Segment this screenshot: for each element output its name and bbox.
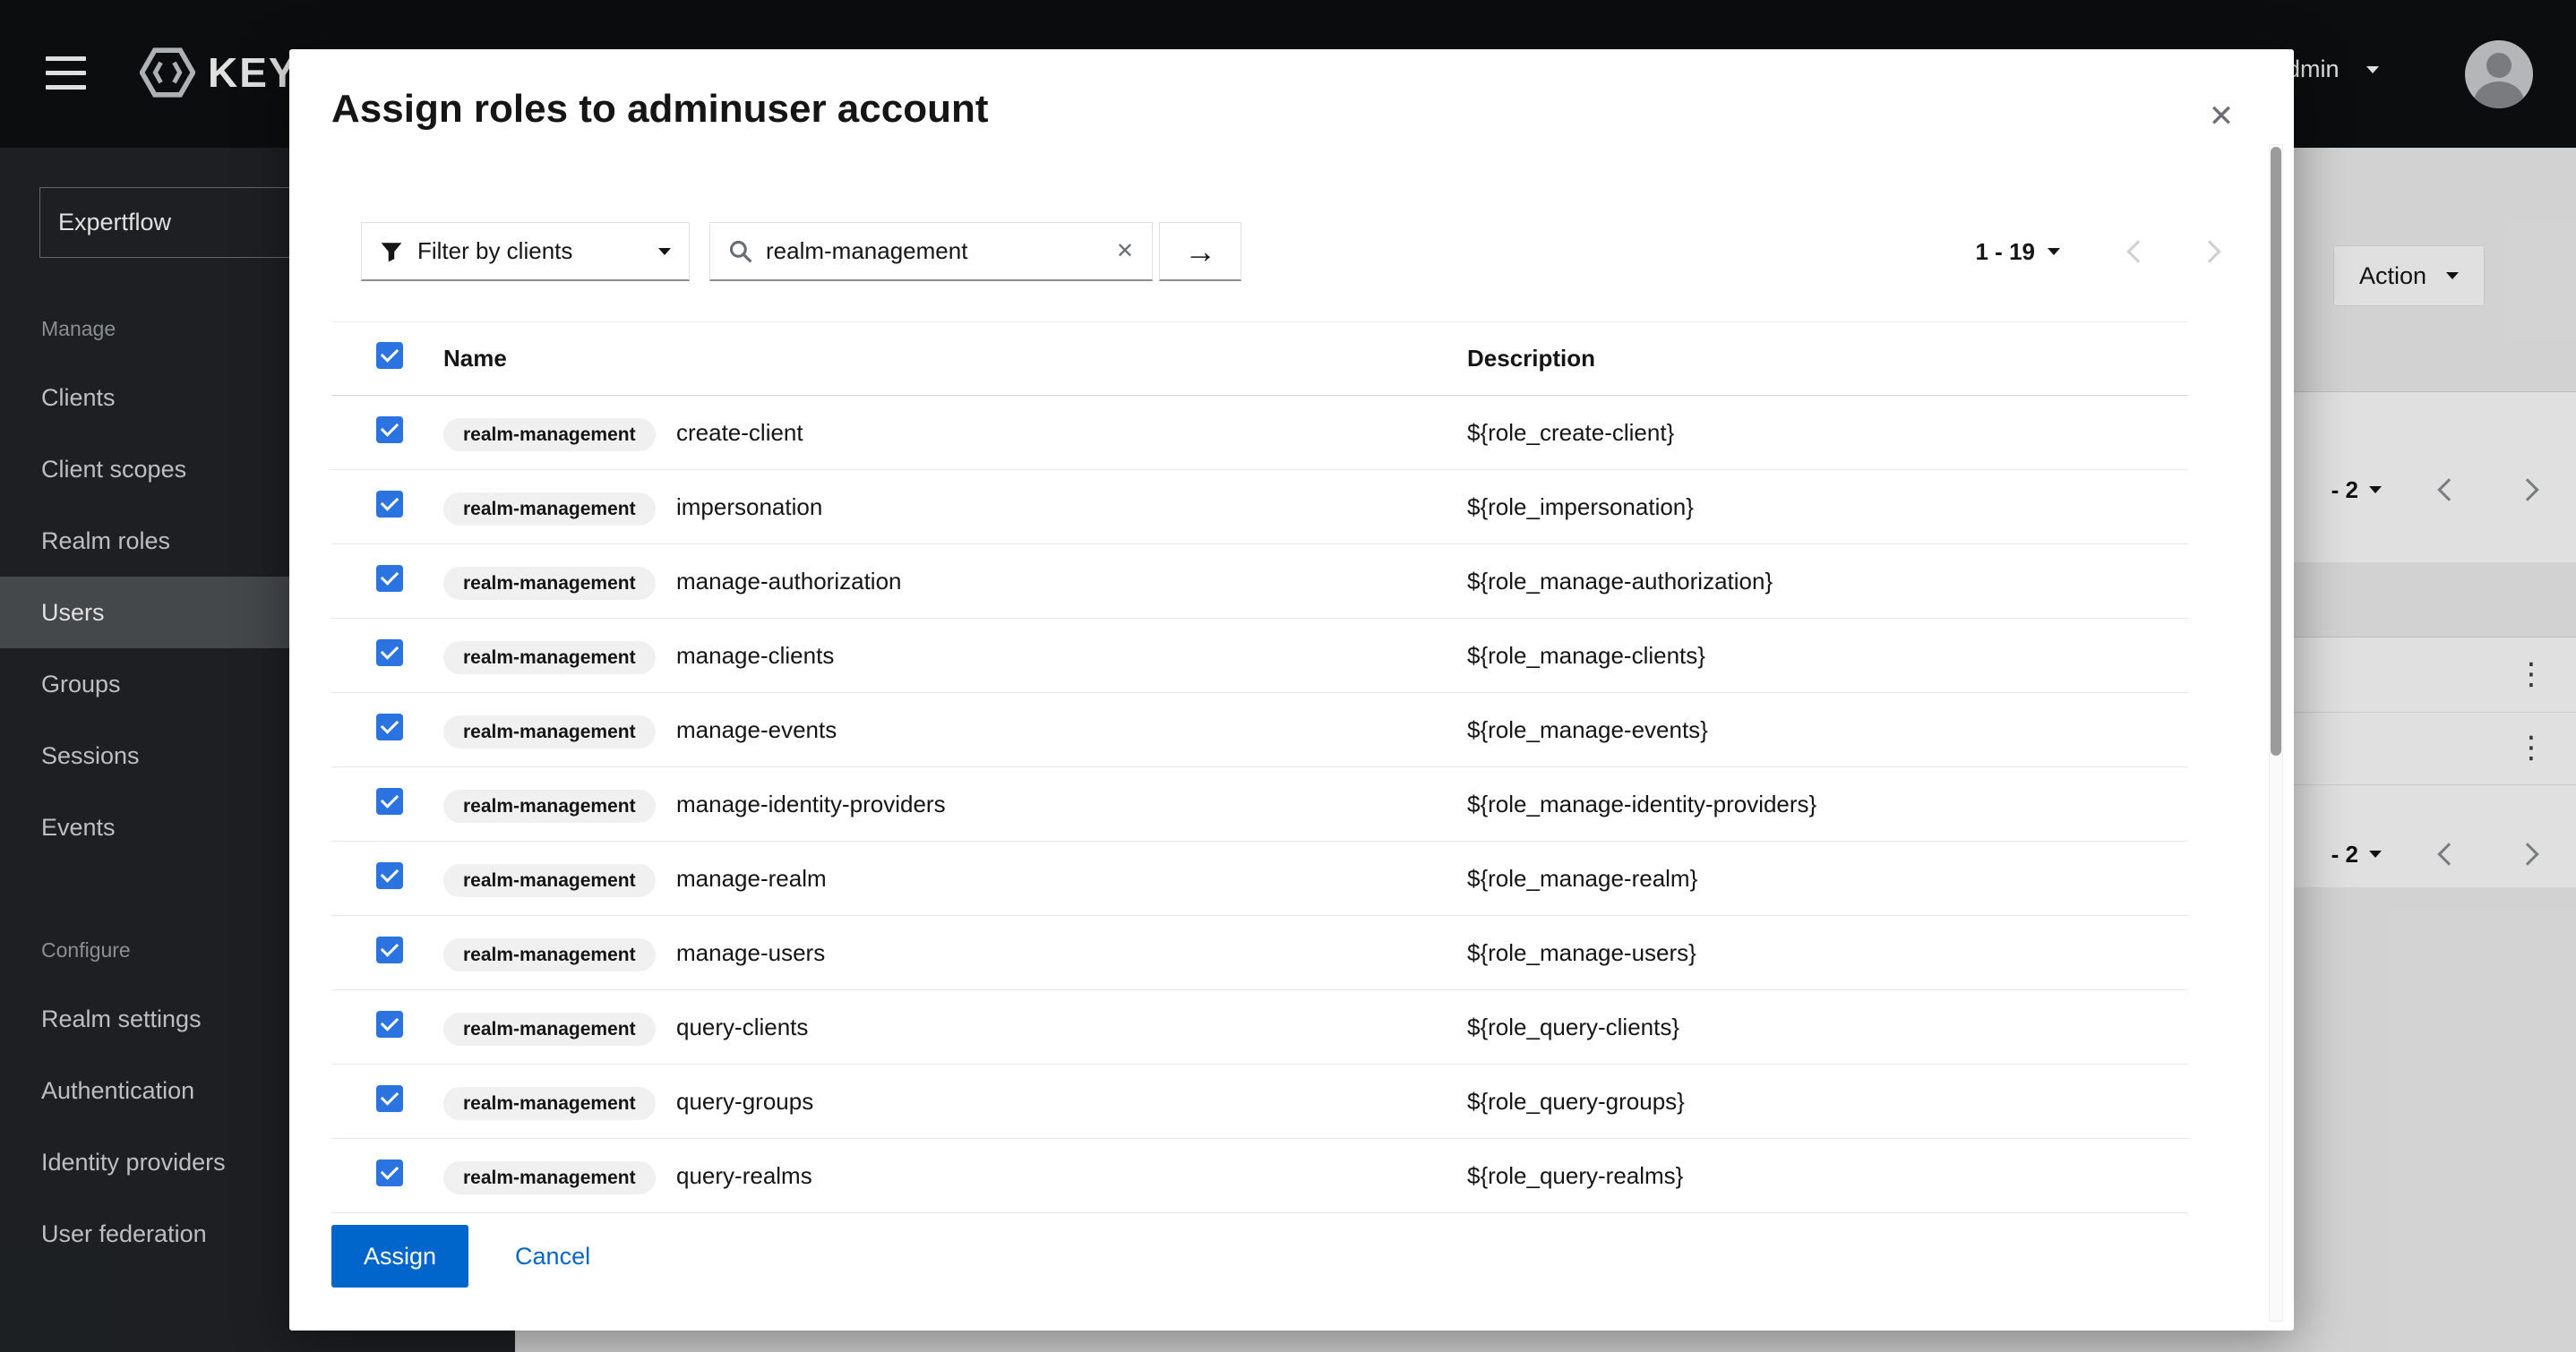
row-description: ${role_manage-clients} bbox=[1467, 642, 2188, 670]
row-checkbox[interactable] bbox=[376, 1085, 403, 1112]
row-role-name: manage-identity-providers bbox=[676, 791, 1467, 818]
table-row: realm-management query-realms ${role_que… bbox=[331, 1139, 2188, 1213]
filter-by-clients-dropdown[interactable]: Filter by clients bbox=[361, 222, 690, 281]
row-description: ${role_query-groups} bbox=[1467, 1088, 2188, 1116]
row-checkbox[interactable] bbox=[376, 714, 403, 740]
row-description: ${role_manage-users} bbox=[1467, 939, 2188, 967]
table-row: realm-management manage-events ${role_ma… bbox=[331, 693, 2188, 767]
row-client-badge: realm-management bbox=[443, 1013, 656, 1046]
modal-scrollbar-track[interactable] bbox=[2269, 144, 2283, 1322]
select-all-checkbox[interactable] bbox=[376, 342, 403, 369]
row-checkbox[interactable] bbox=[376, 1011, 403, 1038]
pagination: 1 - 19 bbox=[1976, 238, 2219, 266]
row-description: ${role_manage-events} bbox=[1467, 716, 2188, 744]
modal-footer: Assign Cancel bbox=[331, 1225, 590, 1288]
row-description: ${role_manage-authorization} bbox=[1467, 568, 2188, 595]
row-client-badge: realm-management bbox=[443, 790, 656, 823]
pagination-range[interactable]: 1 - 19 bbox=[1976, 238, 2036, 266]
row-client-badge: realm-management bbox=[443, 864, 656, 897]
row-role-name: query-groups bbox=[676, 1088, 1467, 1116]
row-description: ${role_create-client} bbox=[1467, 419, 2188, 447]
row-checkbox[interactable] bbox=[376, 416, 403, 443]
filter-icon bbox=[380, 240, 403, 263]
search-value: realm-management bbox=[766, 237, 967, 265]
row-client-badge: realm-management bbox=[443, 938, 656, 971]
row-checkbox[interactable] bbox=[376, 1159, 403, 1186]
search-submit-button[interactable]: → bbox=[1159, 222, 1241, 281]
row-checkbox[interactable] bbox=[376, 565, 403, 592]
assign-roles-modal: Assign roles to adminuser account ✕ Filt… bbox=[289, 49, 2294, 1331]
row-checkbox[interactable] bbox=[376, 862, 403, 889]
row-description: ${role_query-clients} bbox=[1467, 1014, 2188, 1041]
roles-table-body: realm-management create-client ${role_cr… bbox=[331, 396, 2188, 1213]
row-role-name: impersonation bbox=[676, 493, 1467, 521]
row-client-badge: realm-management bbox=[443, 418, 656, 451]
row-description: ${role_manage-identity-providers} bbox=[1467, 791, 2188, 818]
table-row: realm-management manage-clients ${role_m… bbox=[331, 619, 2188, 693]
chevron-left-icon[interactable] bbox=[2126, 240, 2149, 262]
row-checkbox[interactable] bbox=[376, 639, 403, 666]
row-client-badge: realm-management bbox=[443, 1161, 656, 1194]
table-header: Name Description bbox=[331, 321, 2188, 396]
row-checkbox[interactable] bbox=[376, 788, 403, 815]
table-row: realm-management query-groups ${role_que… bbox=[331, 1065, 2188, 1139]
row-role-name: manage-realm bbox=[676, 865, 1467, 893]
row-client-badge: realm-management bbox=[443, 1087, 656, 1120]
table-row: realm-management query-clients ${role_qu… bbox=[331, 990, 2188, 1065]
column-header-name: Name bbox=[443, 345, 676, 372]
table-row: realm-management manage-identity-provide… bbox=[331, 767, 2188, 842]
caret-down-icon bbox=[658, 248, 671, 255]
table-row: realm-management manage-authorization ${… bbox=[331, 544, 2188, 619]
modal-toolbar: Filter by clients realm-management ✕ → 1… bbox=[361, 222, 2218, 281]
keycloak-admin-console: Action - 2 ⋮ ⋮ - 2 bbox=[0, 0, 2576, 1352]
row-description: ${role_manage-realm} bbox=[1467, 865, 2188, 893]
table-row: realm-management manage-realm ${role_man… bbox=[331, 842, 2188, 916]
row-description: ${role_query-realms} bbox=[1467, 1162, 2188, 1190]
row-role-name: manage-events bbox=[676, 716, 1467, 744]
table-row: realm-management impersonation ${role_im… bbox=[331, 470, 2188, 544]
row-client-badge: realm-management bbox=[443, 641, 656, 674]
caret-down-icon[interactable] bbox=[2048, 248, 2060, 255]
roles-table: Name Description realm-management create… bbox=[331, 321, 2188, 1213]
close-icon[interactable]: ✕ bbox=[2199, 94, 2244, 139]
cancel-button[interactable]: Cancel bbox=[515, 1243, 590, 1271]
row-role-name: query-realms bbox=[676, 1162, 1467, 1190]
row-description: ${role_impersonation} bbox=[1467, 493, 2188, 521]
row-checkbox[interactable] bbox=[376, 491, 403, 518]
search-input[interactable]: realm-management ✕ bbox=[709, 222, 1153, 281]
filter-label: Filter by clients bbox=[417, 237, 572, 265]
assign-button[interactable]: Assign bbox=[331, 1225, 468, 1288]
row-client-badge: realm-management bbox=[443, 492, 656, 526]
column-header-description: Description bbox=[1467, 345, 2188, 372]
row-role-name: query-clients bbox=[676, 1014, 1467, 1041]
modal-title: Assign roles to adminuser account bbox=[331, 87, 989, 132]
table-row: realm-management manage-users ${role_man… bbox=[331, 916, 2188, 990]
row-checkbox[interactable] bbox=[376, 937, 403, 963]
arrow-right-icon: → bbox=[1184, 233, 1216, 270]
chevron-right-icon[interactable] bbox=[2198, 240, 2220, 262]
row-client-badge: realm-management bbox=[443, 715, 656, 749]
row-role-name: manage-users bbox=[676, 939, 1467, 967]
table-row: realm-management create-client ${role_cr… bbox=[331, 396, 2188, 470]
row-client-badge: realm-management bbox=[443, 567, 656, 600]
search-icon bbox=[728, 239, 753, 264]
clear-search-icon[interactable]: ✕ bbox=[1116, 238, 1134, 264]
row-role-name: manage-clients bbox=[676, 642, 1467, 670]
row-role-name: create-client bbox=[676, 419, 1467, 447]
modal-scrollbar-thumb[interactable] bbox=[2271, 147, 2281, 756]
row-role-name: manage-authorization bbox=[676, 568, 1467, 595]
